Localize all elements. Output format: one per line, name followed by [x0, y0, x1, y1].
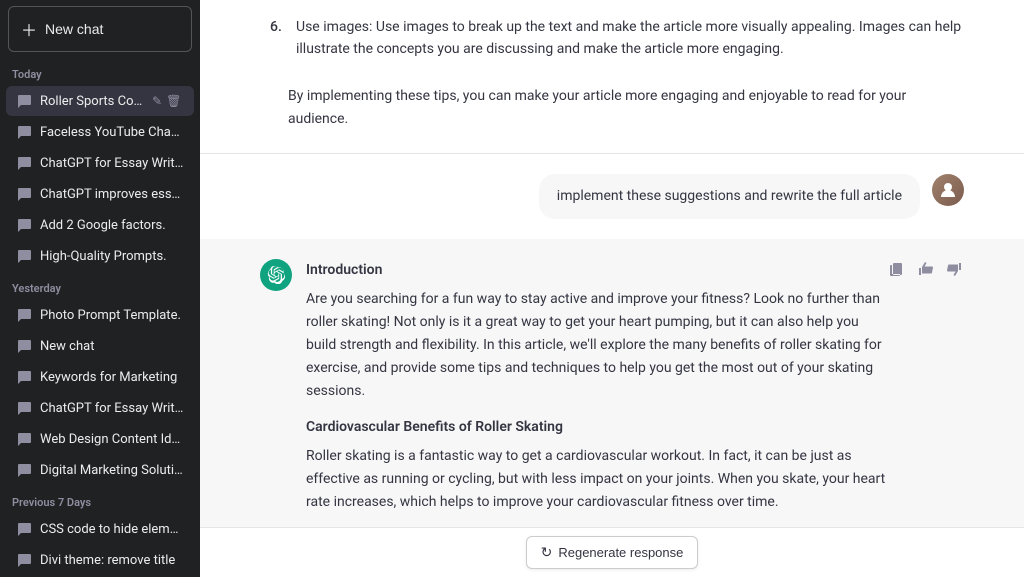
- chat-icon: [16, 248, 32, 264]
- assistant-top-row: Introduction Are you searching for a fun…: [306, 259, 964, 527]
- numbered-item-6: 6. Use images: Use images to break up th…: [260, 16, 964, 61]
- new-chat-label: New chat: [45, 21, 103, 37]
- sidebar-item-add-google-text: Add 2 Google factors.: [40, 218, 184, 233]
- chat-icon: [16, 552, 32, 568]
- sidebar-item-divi-text: Divi theme: remove title: [40, 553, 184, 568]
- user-message-row: implement these suggestions and rewrite …: [200, 154, 1024, 239]
- chat-icon: [16, 462, 32, 478]
- edit-icon[interactable]: ✎: [152, 94, 162, 108]
- assistant-para1: Are you searching for a fun way to stay …: [306, 288, 888, 403]
- sidebar-item-divi-theme[interactable]: Divi theme: remove title: [6, 545, 194, 575]
- chat-area: 6. Use images: Use images to break up th…: [200, 0, 1024, 527]
- thumbs-down-icon: [946, 261, 962, 277]
- section-label-prev7: Previous 7 Days: [0, 486, 200, 513]
- plus-icon: ＋: [21, 17, 37, 41]
- thumbs-down-button[interactable]: [944, 259, 964, 282]
- sidebar: ＋ New chat Today Roller Sports Comparis …: [0, 0, 200, 577]
- copy-button[interactable]: [888, 259, 908, 282]
- assistant-row-inner: Introduction Are you searching for a fun…: [260, 259, 964, 527]
- chat-icon: [16, 93, 32, 109]
- sidebar-item-add-google[interactable]: Add 2 Google factors.: [6, 210, 194, 240]
- chat-icon: [16, 124, 32, 140]
- item6-num: 6.: [270, 16, 288, 61]
- chat-icon: [16, 400, 32, 416]
- assistant-message-row: Introduction Are you searching for a fun…: [200, 239, 1024, 527]
- sidebar-item-high-quality-text: High-Quality Prompts.: [40, 249, 184, 264]
- sidebar-item-photo-prompt[interactable]: Photo Prompt Template.: [6, 300, 194, 330]
- user-message-text: implement these suggestions and rewrite …: [557, 188, 902, 204]
- top-list-section: 6. Use images: Use images to break up th…: [200, 0, 1024, 154]
- user-message-inner: implement these suggestions and rewrite …: [539, 174, 964, 219]
- regenerate-bar: ↻ Regenerate response: [200, 527, 1024, 577]
- sidebar-item-high-quality[interactable]: High-Quality Prompts.: [6, 241, 194, 271]
- sidebar-item-chatgpt-improves-text: ChatGPT improves essay writ: [40, 187, 184, 202]
- message-actions: [888, 259, 964, 282]
- assistant-content: Introduction Are you searching for a fun…: [306, 259, 964, 527]
- regenerate-button[interactable]: ↻ Regenerate response: [526, 536, 699, 569]
- item6-text: Use images: Use images to break up the t…: [296, 16, 964, 61]
- sidebar-item-web-design-text: Web Design Content Ideas.: [40, 432, 184, 447]
- chat-icon: [16, 431, 32, 447]
- sidebar-item-css-text: CSS code to hide element.: [40, 522, 184, 537]
- sidebar-item-css-code[interactable]: CSS code to hide element.: [6, 514, 194, 544]
- item-actions-roller: ✎ 🗑: [152, 94, 184, 108]
- avatar-img: [932, 174, 964, 206]
- chat-icon: [16, 521, 32, 537]
- openai-icon: [267, 266, 285, 284]
- sidebar-item-chatgpt-essay2[interactable]: ChatGPT for Essay Writing.: [6, 393, 194, 423]
- sidebar-item-new-chat-y-text: New chat: [40, 339, 184, 354]
- chat-icon: [16, 217, 32, 233]
- chat-icon: [16, 369, 32, 385]
- section-label-today: Today: [0, 58, 200, 85]
- new-chat-button[interactable]: ＋ New chat: [8, 6, 192, 52]
- sidebar-nav: Today Roller Sports Comparis ✎ 🗑 Faceles…: [0, 58, 200, 577]
- sidebar-item-roller-sports[interactable]: Roller Sports Comparis ✎ 🗑: [6, 86, 194, 116]
- copy-icon: [890, 261, 906, 277]
- sidebar-item-new-chat-y[interactable]: New chat: [6, 331, 194, 361]
- regenerate-label: Regenerate response: [558, 545, 683, 560]
- person-icon: [938, 180, 958, 200]
- chat-icon: [16, 338, 32, 354]
- section-label-yesterday: Yesterday: [0, 272, 200, 299]
- avatar: [932, 174, 964, 206]
- chat-icon: [16, 186, 32, 202]
- user-message-bubble: implement these suggestions and rewrite …: [539, 174, 920, 219]
- sidebar-item-digital-marketing-text: Digital Marketing Solutions.: [40, 463, 184, 478]
- sidebar-item-faceless-text: Faceless YouTube Channel Nic: [40, 125, 184, 140]
- assistant-body: Introduction Are you searching for a fun…: [306, 259, 888, 527]
- sidebar-item-web-design[interactable]: Web Design Content Ideas.: [6, 424, 194, 454]
- thumbs-up-button[interactable]: [916, 259, 936, 282]
- sidebar-item-keywords-text: Keywords for Marketing: [40, 370, 184, 385]
- sidebar-item-faceless-youtube[interactable]: Faceless YouTube Channel Nic: [6, 117, 194, 147]
- chat-icon: [16, 155, 32, 171]
- tip-paragraph: By implementing these tips, you can make…: [260, 75, 964, 137]
- assistant-section-heading: Cardiovascular Benefits of Roller Skatin…: [306, 416, 888, 439]
- sidebar-item-keywords[interactable]: Keywords for Marketing: [6, 362, 194, 392]
- sidebar-item-chatgpt-essay-text: ChatGPT for Essay Writing: [40, 156, 184, 171]
- sidebar-item-chatgpt-essay[interactable]: ChatGPT for Essay Writing: [6, 148, 194, 178]
- sidebar-item-digital-marketing[interactable]: Digital Marketing Solutions.: [6, 455, 194, 485]
- gpt-logo: [260, 259, 292, 291]
- assistant-para2: Roller skating is a fantastic way to get…: [306, 445, 888, 514]
- thumbs-up-icon: [918, 261, 934, 277]
- regenerate-icon: ↻: [541, 544, 553, 561]
- sidebar-item-chatgpt-essay2-text: ChatGPT for Essay Writing.: [40, 401, 184, 416]
- sidebar-item-roller-sports-text: Roller Sports Comparis: [40, 94, 148, 109]
- main-content: 6. Use images: Use images to break up th…: [200, 0, 1024, 577]
- sidebar-item-chatgpt-improves[interactable]: ChatGPT improves essay writ: [6, 179, 194, 209]
- assistant-heading: Introduction: [306, 259, 888, 282]
- sidebar-item-photo-text: Photo Prompt Template.: [40, 308, 184, 323]
- delete-icon[interactable]: 🗑: [166, 94, 181, 108]
- chat-icon: [16, 307, 32, 323]
